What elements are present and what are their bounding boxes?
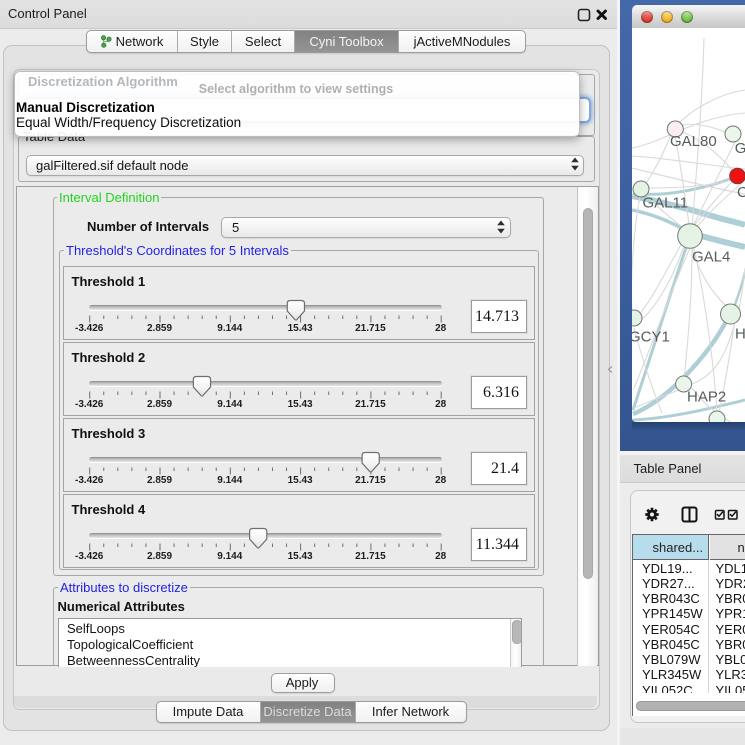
svg-text:C: C [737,184,745,201]
svg-text:G.: G. [735,140,745,157]
svg-text:GAL4: GAL4 [692,249,730,266]
svg-text:GAL80: GAL80 [670,133,717,150]
svg-text:H: H [735,326,745,343]
svg-text:GCY1: GCY1 [632,329,670,346]
svg-text:HAP2: HAP2 [687,389,726,406]
svg-text:GAL11: GAL11 [643,195,689,212]
